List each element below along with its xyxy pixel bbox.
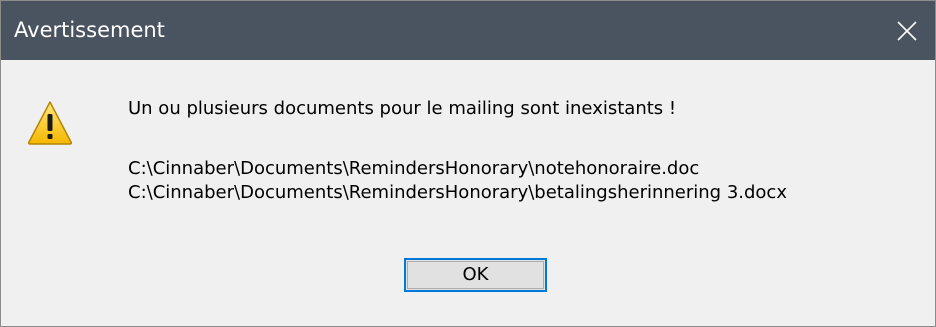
focus-ring [407, 261, 544, 289]
warning-icon [27, 101, 73, 145]
warning-dialog: Avertissement Un ou plusieurs documents … [0, 0, 936, 327]
close-icon [897, 21, 917, 41]
missing-document-path: C:\Cinnaber\Documents\RemindersHonorary\… [128, 182, 787, 203]
dialog-title: Avertissement [14, 18, 165, 42]
close-button[interactable] [879, 1, 935, 60]
missing-document-path: C:\Cinnaber\Documents\RemindersHonorary\… [128, 158, 700, 179]
title-bar[interactable]: Avertissement [1, 1, 935, 60]
warning-message: Un ou plusieurs documents pour le mailin… [128, 98, 677, 119]
ok-button[interactable]: OK [404, 258, 547, 292]
dialog-content: Un ou plusieurs documents pour le mailin… [1, 60, 935, 326]
